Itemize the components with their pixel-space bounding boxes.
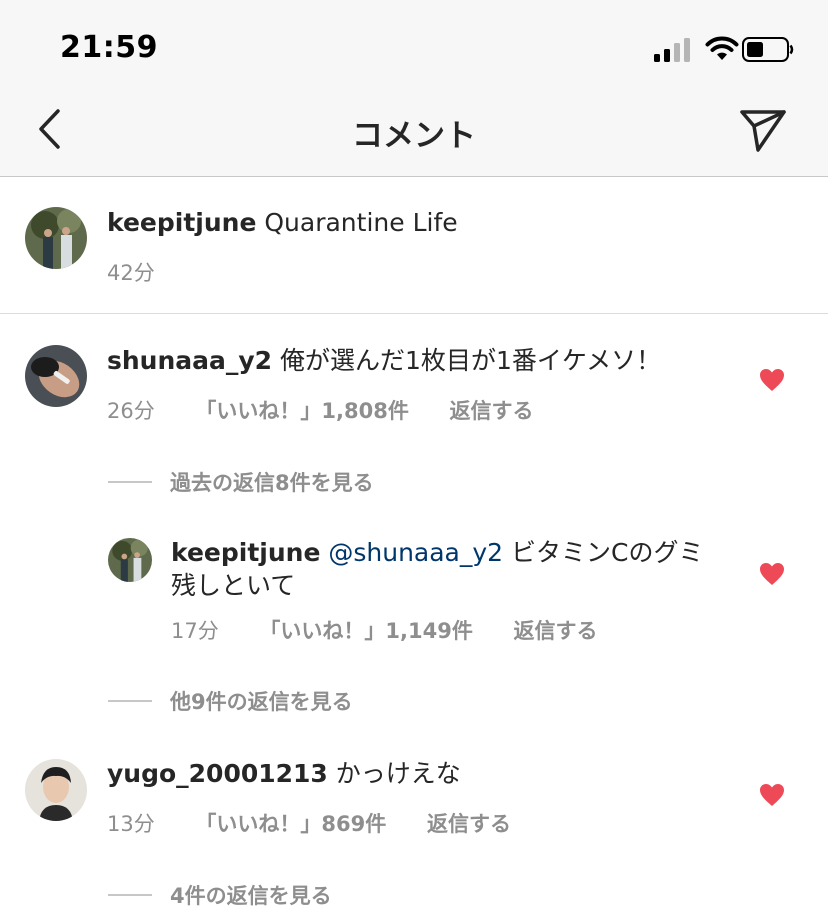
comment-meta: 13分 「いいね！」869件 返信する — [107, 808, 545, 838]
comment-text: keepitjune @shunaaa_y2 ビタミンCのグミ 残しといて — [171, 536, 731, 602]
view-replies-button[interactable]: 4件の返信を見る — [108, 880, 332, 910]
divider — [0, 313, 828, 314]
status-time: 21:59 — [60, 30, 158, 65]
username[interactable]: shunaaa_y2 — [107, 346, 272, 375]
battery-icon — [742, 37, 794, 62]
view-replies-button[interactable]: 過去の返信8件を見る — [108, 467, 374, 497]
avatar[interactable] — [108, 538, 152, 582]
timestamp: 42分 — [107, 261, 155, 285]
likes-count[interactable]: 「いいね！」1,149件 — [259, 619, 472, 643]
avatar[interactable] — [25, 759, 87, 821]
timestamp: 26分 — [107, 399, 155, 423]
page-title: コメント — [352, 118, 476, 154]
username[interactable]: yugo_20001213 — [107, 759, 328, 788]
username[interactable]: keepitjune — [171, 538, 320, 567]
comment-body: ビタミンCのグミ — [511, 538, 704, 567]
likes-count[interactable]: 「いいね！」1,808件 — [195, 399, 408, 423]
mention-link[interactable]: @shunaaa_y2 — [328, 538, 503, 567]
comment-body-line2: 残しといて — [171, 571, 296, 600]
likes-count[interactable]: 「いいね！」869件 — [195, 812, 386, 836]
avatar[interactable] — [25, 207, 87, 269]
reply-button[interactable]: 返信する — [514, 619, 598, 643]
heart-icon[interactable] — [759, 783, 785, 807]
heart-icon[interactable] — [759, 368, 785, 392]
direct-share-icon[interactable] — [738, 106, 788, 154]
avatar[interactable] — [25, 345, 87, 407]
comment-meta: 26分 「いいね！」1,808件 返信する — [107, 395, 568, 425]
timestamp: 13分 — [107, 812, 155, 836]
caption-body: Quarantine Life — [264, 208, 458, 237]
username[interactable]: keepitjune — [107, 208, 256, 237]
comment-body: 俺が選んだ1枚目が1番イケメソ！ — [280, 346, 662, 375]
view-replies-button[interactable]: 他9件の返信を見る — [108, 686, 353, 716]
heart-icon[interactable] — [759, 562, 785, 586]
caption-meta: 42分 — [107, 257, 189, 287]
reply-button[interactable]: 返信する — [450, 399, 534, 423]
signal-icon — [654, 38, 690, 62]
comment-text: shunaaa_y2 俺が選んだ1枚目が1番イケメソ！ — [107, 344, 661, 377]
timestamp: 17分 — [171, 619, 219, 643]
comment-body: かっけえな — [335, 759, 461, 788]
caption-text: keepitjune Quarantine Life — [107, 206, 458, 239]
comment-text: yugo_20001213 かっけえな — [107, 757, 461, 790]
navigation-header: 21:59 コメント — [0, 0, 828, 177]
wifi-icon — [705, 36, 739, 60]
reply-button[interactable]: 返信する — [427, 812, 511, 836]
comment-meta: 17分 「いいね！」1,149件 返信する — [171, 615, 632, 645]
